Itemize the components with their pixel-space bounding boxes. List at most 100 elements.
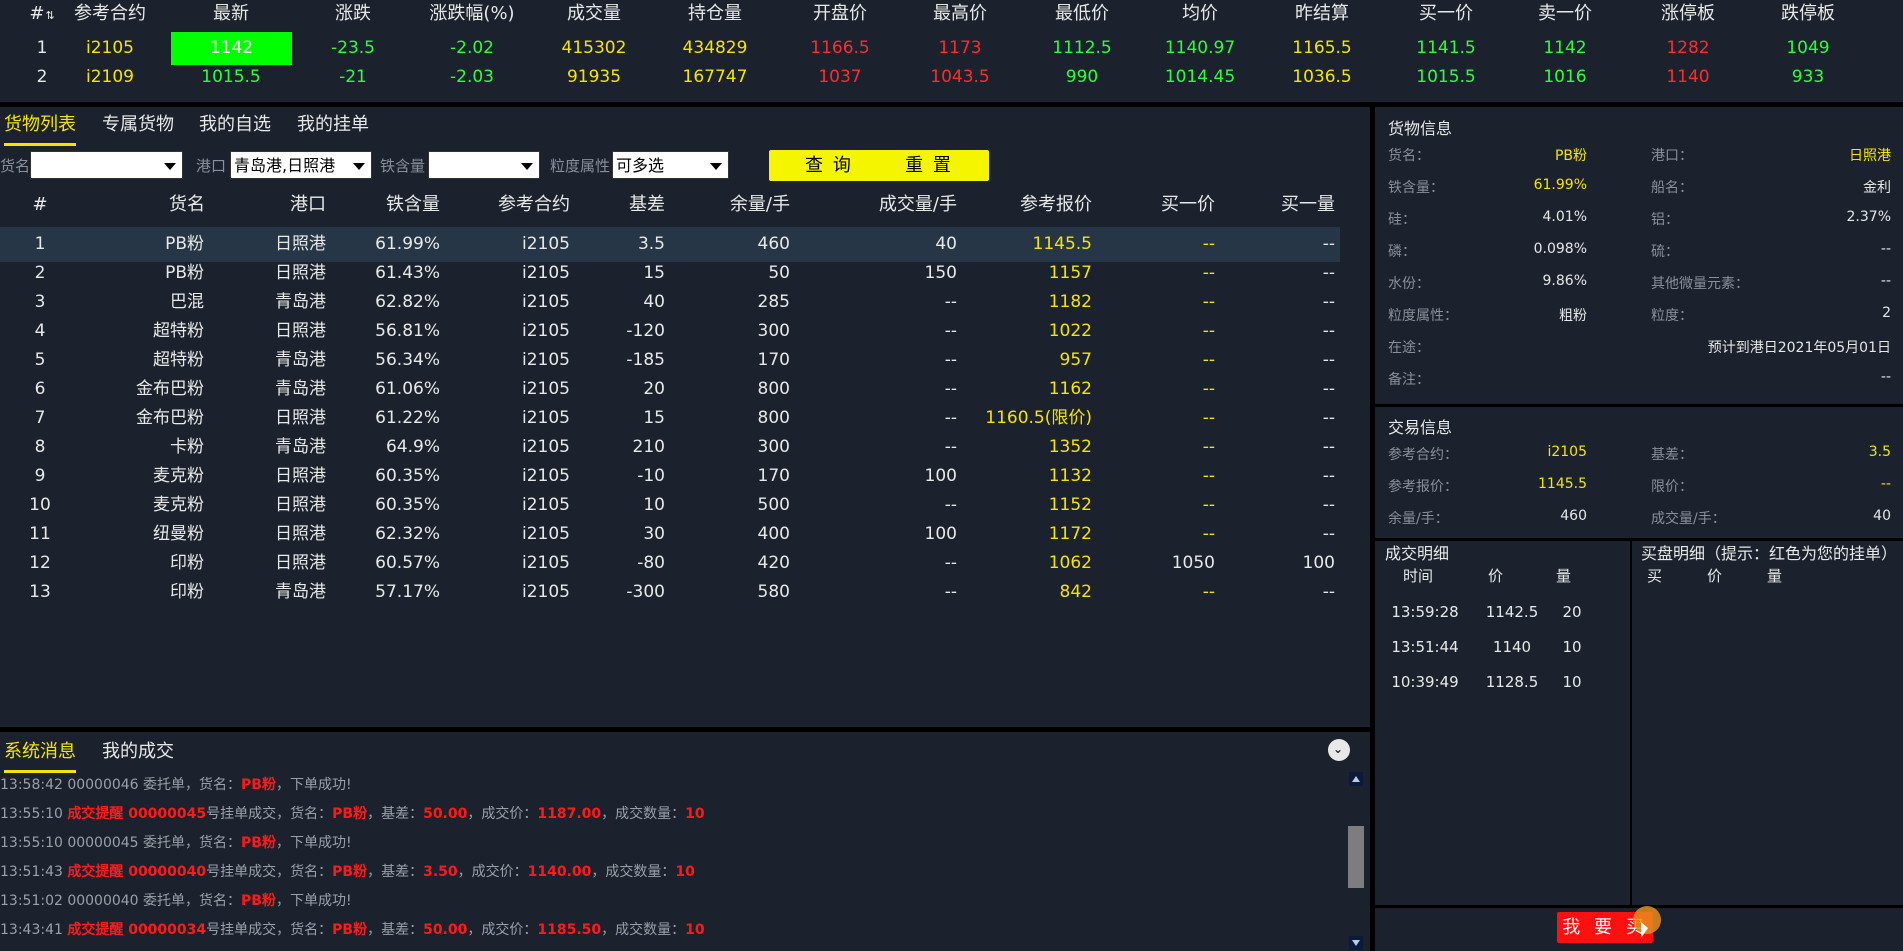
quote-header-cell[interactable]: 卖一价: [1515, 0, 1615, 31]
deal-detail-cell: 1140: [1492, 638, 1532, 656]
quote-cell: 1015.5: [201, 67, 261, 87]
goods-table-header-cell[interactable]: 成交量/手: [830, 187, 957, 222]
iron-filter-label: 铁含量: [380, 157, 426, 175]
tab-goods-list[interactable]: 货物列表: [4, 107, 76, 146]
tab-system-messages[interactable]: 系统消息: [4, 734, 76, 773]
goods-table-header-cell[interactable]: 余量/手: [700, 187, 790, 222]
quote-cell: 1037: [818, 67, 862, 87]
deal-detail-header-price: 价: [1488, 567, 1504, 585]
sort-icon[interactable]: ⇅: [45, 9, 54, 22]
goods-al-label: 铝：: [1651, 212, 1679, 228]
quote-cell: 1036.5: [1292, 67, 1352, 87]
goods-transit-value: 预计到港日2021年05月01日: [1707, 340, 1891, 356]
name-select[interactable]: [30, 151, 183, 179]
message-text: 号挂单成交，货名：: [206, 922, 333, 938]
iron-select[interactable]: [428, 151, 540, 179]
quote-cell: i2109: [86, 67, 134, 87]
tab-my-orders[interactable]: 我的挂单: [297, 107, 369, 143]
deal-detail-cell: 13:51:44: [1391, 638, 1459, 656]
tab-my-watchlist[interactable]: 我的自选: [199, 107, 271, 143]
goods-table-cell: 580: [757, 582, 790, 602]
quote-header-cell[interactable]: 持仓量: [665, 0, 765, 31]
goods-table-header-cell[interactable]: 铁含量: [370, 187, 440, 222]
goods-table-header-cell[interactable]: 基差: [610, 187, 665, 222]
quote-header-cell[interactable]: 最低价: [1032, 0, 1132, 31]
port-select[interactable]: 青岛港,日照港: [230, 151, 372, 179]
goods-table-header-cell[interactable]: 货名: [150, 187, 205, 222]
message-text: 13:51:02 00000040 委托单，货名：: [0, 893, 242, 909]
trade-remain-label: 余量/手：: [1388, 511, 1449, 527]
message-highlight: PB粉: [241, 835, 276, 851]
granularity-select[interactable]: 可多选: [612, 151, 729, 179]
message-text: ，成交价：: [467, 806, 538, 822]
message-highlight: 成交提醒 00000034: [67, 922, 207, 938]
tab-my-deals[interactable]: 我的成交: [102, 734, 174, 770]
tab-exclusive-goods[interactable]: 专属货物: [102, 107, 174, 143]
goods-table-cell: 842: [1059, 582, 1092, 602]
divider: [1375, 404, 1903, 407]
buy-detail-header-qty: 量: [1767, 567, 1783, 585]
goods-p-label: 磷：: [1388, 244, 1416, 260]
message-text: ，成交价：: [457, 864, 528, 880]
scroll-up-icon[interactable]: [1349, 772, 1363, 786]
goods-table-cell: 13: [29, 582, 51, 602]
quote-header-cell[interactable]: 最新: [171, 0, 291, 31]
goods-ship-value: 金利: [1863, 180, 1891, 196]
deal-detail-cell: 1128.5: [1485, 673, 1539, 691]
quote-header-cell[interactable]: 涨停板: [1638, 0, 1738, 31]
quote-cell: -21: [339, 67, 367, 87]
quote-header-cell[interactable]: 涨跌: [303, 0, 403, 31]
quote-header-cell[interactable]: 涨跌幅(%): [412, 0, 532, 31]
goods-water-label: 水份：: [1388, 276, 1430, 292]
deal-detail-title: 成交明细: [1385, 544, 1450, 563]
goods-table-header-cell[interactable]: 港口: [270, 187, 326, 222]
goods-table-cell: --: [1202, 582, 1215, 602]
name-filter-label: 货名: [0, 157, 31, 175]
quote-header-index: #: [29, 3, 45, 24]
message-highlight: 50.00: [423, 806, 468, 822]
buy-detail-header-buy: 买: [1647, 567, 1663, 585]
buy-detail-title: 买盘明细（提示：红色为您的挂单）: [1641, 544, 1898, 563]
goods-table-header-cell[interactable]: 买一价: [1110, 187, 1215, 222]
deal-detail-cell: 10:39:49: [1391, 673, 1459, 691]
message-scrollbar[interactable]: [1346, 770, 1366, 951]
quote-cell: 1140: [1666, 67, 1710, 87]
reset-button[interactable]: 重 置: [869, 150, 989, 181]
scroll-thumb[interactable]: [1348, 826, 1364, 888]
quote-header-cell[interactable]: 昨结算: [1272, 0, 1372, 31]
trade-quote-value: 1145.5: [1538, 476, 1587, 492]
goods-info-title: 货物信息: [1388, 119, 1453, 138]
quote-row[interactable]: 2 i2109 1015.5 -21 -2.03 91935 167747 1037 1043.…: [0, 60, 1903, 95]
goods-p-value: 0.098%: [1533, 241, 1587, 257]
message-highlight: PB粉: [332, 806, 368, 822]
goods-table-header-cell[interactable]: 参考合约: [480, 187, 570, 222]
quote-cell: 2: [36, 67, 48, 87]
quote-header-cell[interactable]: 买一价: [1391, 0, 1501, 31]
goods-table-row[interactable]: 13 印粉 青岛港 57.17% i2105 -300 580 -- 842 -- --: [0, 575, 1340, 610]
quote-header-cell[interactable]: 成交量: [544, 0, 644, 31]
quote-header-cell[interactable]: 参考合约: [60, 0, 160, 31]
quote-header-cell[interactable]: 开盘价: [790, 0, 890, 31]
goods-table-header-cell[interactable]: 买一量: [1235, 187, 1335, 222]
quote-cell: 1016: [1543, 67, 1587, 87]
divider: [1630, 541, 1632, 905]
quote-header-cell[interactable]: 最高价: [910, 0, 1010, 31]
scroll-down-icon[interactable]: [1349, 936, 1363, 950]
goods-table-header-cell[interactable]: 参考报价: [975, 187, 1092, 222]
quote-header-cell[interactable]: 均价: [1150, 0, 1250, 31]
message-highlight: 成交提醒 00000040: [67, 864, 207, 880]
chevron-double-down-icon[interactable]: ⌄: [1328, 739, 1350, 761]
quote-header-cell[interactable]: 跌停板: [1758, 0, 1858, 31]
message-text: ，成交数量：: [601, 806, 686, 822]
goods-table-header-cell[interactable]: #: [20, 187, 60, 222]
message-item: 13:55:10 成交提醒 00000045号挂单成交，货名：PB粉，基差：50…: [0, 803, 705, 825]
quote-header-cell[interactable]: #⇅: [22, 0, 62, 31]
message-text: 13:55:10: [0, 806, 68, 822]
trade-volume-label: 成交量/手：: [1651, 511, 1726, 527]
goods-table-cell: --: [944, 582, 957, 602]
message-item: 13:55:10 00000045 委托单，货名：PB粉，下单成功!: [0, 832, 352, 854]
trade-contract-value: i2105: [1547, 444, 1587, 460]
message-highlight: 1187.00: [537, 806, 602, 822]
goods-table-cell: -300: [626, 582, 665, 602]
cursor-icon: [1641, 922, 1648, 938]
